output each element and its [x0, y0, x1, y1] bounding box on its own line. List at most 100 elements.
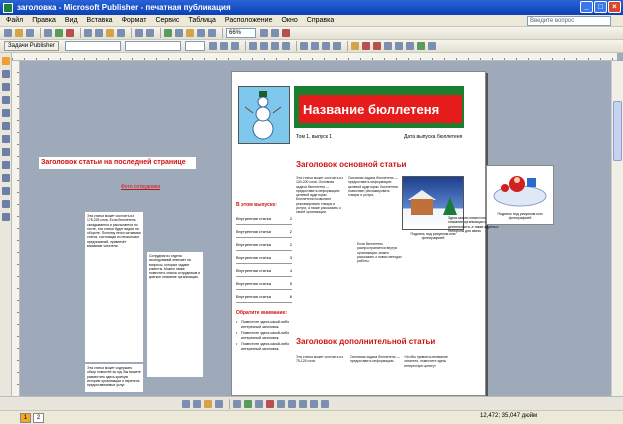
secondary-story-col1[interactable]: Эта статья может состоять из 75-125 слов… [296, 355, 346, 395]
zoom-in-icon[interactable] [271, 29, 279, 37]
arrow-style-bottom-icon[interactable] [299, 399, 307, 408]
3d-bottom-icon[interactable] [321, 399, 329, 408]
text-box-icon[interactable] [2, 70, 10, 78]
cut-icon[interactable] [84, 29, 92, 37]
print-icon[interactable] [44, 29, 52, 37]
line-style-bottom-icon[interactable] [277, 399, 285, 408]
font-select[interactable] [124, 41, 181, 51]
main-story-heading[interactable]: Заголовок основной статьи [296, 160, 406, 169]
text-icon[interactable] [255, 399, 263, 408]
rectangle-tool-icon[interactable] [2, 161, 10, 169]
bold-icon[interactable] [208, 42, 217, 50]
zoom-select[interactable]: 66% [226, 28, 256, 38]
arrow-icon[interactable] [233, 399, 241, 408]
insert-table-tool-icon[interactable] [2, 83, 10, 91]
back-page-col3[interactable]: Эта статья может содержать обзор новосте… [85, 364, 143, 392]
align-left-icon[interactable] [248, 42, 257, 50]
justify-icon[interactable] [281, 42, 290, 50]
menu-tools[interactable]: Сервис [155, 17, 179, 24]
special-point-item[interactable]: Поместите здесь какой-либо интересный за… [236, 342, 292, 351]
decrease-indent-icon[interactable] [321, 42, 330, 50]
menu-table[interactable]: Таблица [188, 17, 215, 24]
toc-item[interactable]: Внутренняя статья 2 [236, 238, 292, 251]
back-page-heading[interactable]: Заголовок статьи на последней странице [39, 157, 196, 169]
toc-item[interactable]: Внутренняя статья 2 [236, 225, 292, 238]
numbering-icon[interactable] [299, 42, 308, 50]
vertical-ruler[interactable] [12, 61, 20, 399]
format-painter-icon[interactable] [117, 29, 125, 37]
oval-tool-icon[interactable] [2, 148, 10, 156]
menu-format[interactable]: Формат [122, 17, 147, 24]
main-story-col1[interactable]: Эта статья может состоять из 100-200 сло… [296, 176, 344, 296]
help-search-input[interactable]: Введите вопрос [527, 16, 611, 26]
line-tool-icon[interactable] [2, 122, 10, 130]
toc-item[interactable]: Внутренняя статья 4 [236, 264, 292, 277]
fill-color-icon[interactable] [350, 42, 359, 50]
save-icon[interactable] [26, 29, 34, 37]
style-select[interactable] [64, 41, 121, 51]
vertical-scrollbar[interactable] [611, 61, 623, 399]
dash-bottom-icon[interactable] [288, 399, 296, 408]
select-object-icon[interactable] [2, 57, 10, 65]
shadow-style-icon[interactable] [416, 42, 425, 50]
page-1-button[interactable]: 1 [20, 412, 31, 423]
volume-issue[interactable]: Том 1, выпуск 1 [296, 134, 332, 140]
bullets-icon[interactable] [310, 42, 319, 50]
newsletter-title[interactable]: Название бюллетеня [299, 95, 462, 123]
special-point-item[interactable]: Поместите здесь какой-либо интересный за… [236, 331, 292, 340]
italic-icon[interactable] [219, 42, 228, 50]
show-special-chars-icon[interactable] [208, 29, 216, 37]
back-page-col2[interactable]: Сотрудник из отдела исследований отвечае… [147, 252, 203, 377]
close-button[interactable]: × [608, 1, 621, 13]
3d-style-icon[interactable] [427, 42, 436, 50]
minimize-button[interactable]: _ [580, 1, 593, 13]
new-icon[interactable] [4, 29, 12, 37]
line-color-icon[interactable] [361, 42, 370, 50]
wordart-icon[interactable] [2, 96, 10, 104]
insert-table-icon[interactable] [164, 29, 172, 37]
fill-icon[interactable] [204, 399, 212, 408]
menu-edit[interactable]: Правка [32, 17, 56, 24]
publisher-tasks-button[interactable]: Задачи Publisher [4, 41, 59, 51]
hot-spot-icon[interactable] [2, 187, 10, 195]
font-size-select[interactable] [184, 41, 205, 51]
insert-hyperlink-icon[interactable] [186, 29, 194, 37]
back-page-col1[interactable]: Эта статья может состоять из 175-225 сло… [85, 212, 143, 362]
zoom-out-icon[interactable] [260, 29, 268, 37]
santa-picture[interactable]: Подпись под рисунком или фотографией [486, 165, 554, 225]
preview-icon[interactable] [55, 29, 63, 37]
toc-item[interactable]: Внутренняя статья 6 [236, 290, 292, 303]
copy-icon[interactable] [95, 29, 103, 37]
font-color-icon[interactable] [372, 42, 381, 50]
align-center-icon[interactable] [259, 42, 268, 50]
issue-date[interactable]: Дата выпуска бюллетеня [404, 134, 462, 140]
main-story-col3[interactable]: Если бюллетень распространяется внутри о… [357, 242, 402, 312]
secondary-story-heading[interactable]: Заголовок дополнительной статьи [296, 337, 435, 346]
open-icon[interactable] [15, 29, 23, 37]
increase-indent-icon[interactable] [332, 42, 341, 50]
shadow-bottom-icon[interactable] [310, 399, 318, 408]
in-issue-heading[interactable]: В этом выпуске: [236, 202, 277, 208]
rotate-icon[interactable] [193, 399, 201, 408]
dash-style-icon[interactable] [394, 42, 403, 50]
secondary-story-col2[interactable]: Основная задача бюллетеня — предоставить… [350, 355, 400, 395]
horizontal-ruler[interactable] [12, 53, 617, 61]
arrow-tool-icon[interactable] [2, 135, 10, 143]
redo-icon[interactable] [146, 29, 154, 37]
draw-icon[interactable] [182, 399, 190, 408]
toc-item[interactable]: Внутренняя статья 5 [236, 277, 292, 290]
font-color-bottom-icon[interactable] [266, 399, 274, 408]
underline-icon[interactable] [230, 42, 239, 50]
line-style-icon[interactable] [383, 42, 392, 50]
pull-quote[interactable]: «Чтобы привлечь внимание читателя, помес… [404, 355, 456, 395]
snowman-picture[interactable] [238, 86, 290, 144]
arrow-style-icon[interactable] [405, 42, 414, 50]
menu-window[interactable]: Окно [281, 17, 297, 24]
align-right-icon[interactable] [270, 42, 279, 50]
undo-icon[interactable] [135, 29, 143, 37]
special-points-heading[interactable]: Обратите внимание: [236, 310, 287, 316]
back-page-subheading[interactable]: Фото сотрудника [121, 184, 160, 190]
special-point-item[interactable]: Поместите здесь какой-либо интересный за… [236, 320, 292, 329]
page-2-button[interactable]: 2 [33, 412, 44, 423]
insert-picture-icon[interactable] [175, 29, 183, 37]
